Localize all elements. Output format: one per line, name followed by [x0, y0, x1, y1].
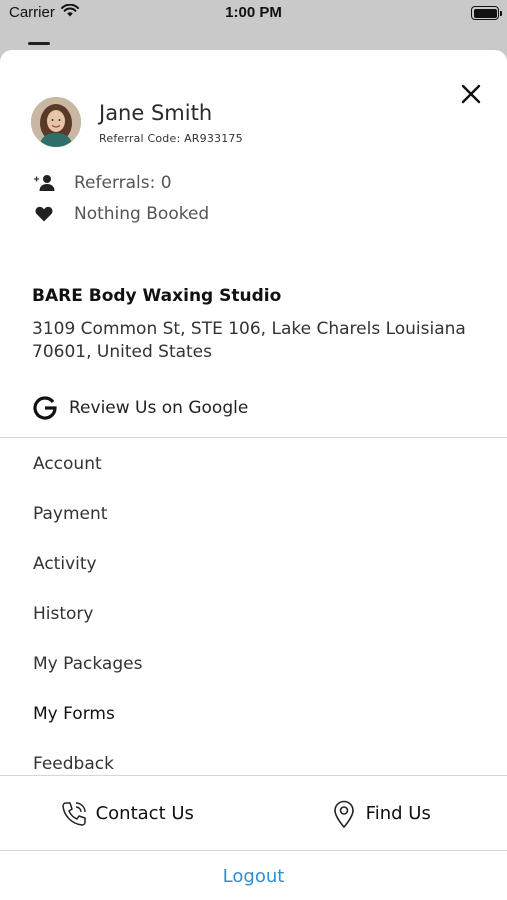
referrals-row: Referrals: 0: [33, 172, 172, 194]
heart-icon: [33, 203, 55, 225]
app-screen: Carrier 1:00 PM Jane Smith Referral Code…: [0, 0, 507, 900]
google-icon: [32, 395, 58, 421]
menu-item-feedback[interactable]: Feedback: [0, 739, 507, 775]
avatar[interactable]: [31, 97, 81, 147]
status-time: 1:00 PM: [225, 4, 282, 21]
divider: [0, 850, 507, 851]
phone-icon: [60, 800, 88, 828]
profile-header: Jane Smith Referral Code: AR933175: [31, 97, 243, 147]
footer-actions: Contact Us Find Us: [0, 776, 507, 851]
battery-icon: [471, 6, 502, 20]
menu-item-label: Payment: [33, 504, 108, 524]
status-bar: Carrier 1:00 PM: [0, 0, 507, 30]
find-us-button[interactable]: Find Us: [254, 776, 507, 851]
menu-item-my-forms[interactable]: My Forms: [0, 689, 507, 739]
find-us-label: Find Us: [365, 803, 431, 824]
menu-item-label: My Packages: [33, 654, 143, 674]
menu-item-label: Activity: [33, 554, 97, 574]
user-name: Jane Smith: [99, 101, 213, 125]
referrals-count: Referrals: 0: [74, 173, 172, 193]
booking-status: Nothing Booked: [74, 204, 210, 224]
add-person-icon: [33, 172, 55, 194]
background-menu-icon: [28, 42, 50, 45]
divider: [0, 437, 507, 438]
menu-item-my-packages[interactable]: My Packages: [0, 639, 507, 689]
menu-item-history[interactable]: History: [0, 589, 507, 639]
menu-item-label: Feedback: [33, 754, 114, 774]
referral-code: Referral Code: AR933175: [99, 132, 243, 145]
menu-item-activity[interactable]: Activity: [0, 539, 507, 589]
review-google-button[interactable]: Review Us on Google: [32, 395, 248, 421]
menu-item-payment[interactable]: Payment: [0, 489, 507, 539]
menu-list: Account Payment Activity History My Pack…: [0, 439, 507, 775]
menu-item-account[interactable]: Account: [0, 439, 507, 489]
profile-text: Jane Smith Referral Code: AR933175: [99, 99, 243, 145]
studio-address: 3109 Common St, STE 106, Lake Charels Lo…: [32, 319, 466, 362]
logout-button[interactable]: Logout: [0, 852, 507, 900]
side-menu-sheet: Jane Smith Referral Code: AR933175 Refer…: [0, 50, 507, 900]
menu-item-label: History: [33, 604, 94, 624]
close-icon[interactable]: [457, 80, 485, 108]
review-google-label: Review Us on Google: [69, 398, 249, 418]
booking-row: Nothing Booked: [33, 203, 209, 225]
studio-name: BARE Body Waxing Studio: [32, 286, 282, 306]
contact-us-label: Contact Us: [95, 803, 194, 824]
location-pin-icon: [330, 800, 358, 828]
contact-us-button[interactable]: Contact Us: [0, 776, 254, 851]
menu-item-label: My Forms: [33, 704, 115, 724]
menu-item-label: Account: [33, 454, 102, 474]
